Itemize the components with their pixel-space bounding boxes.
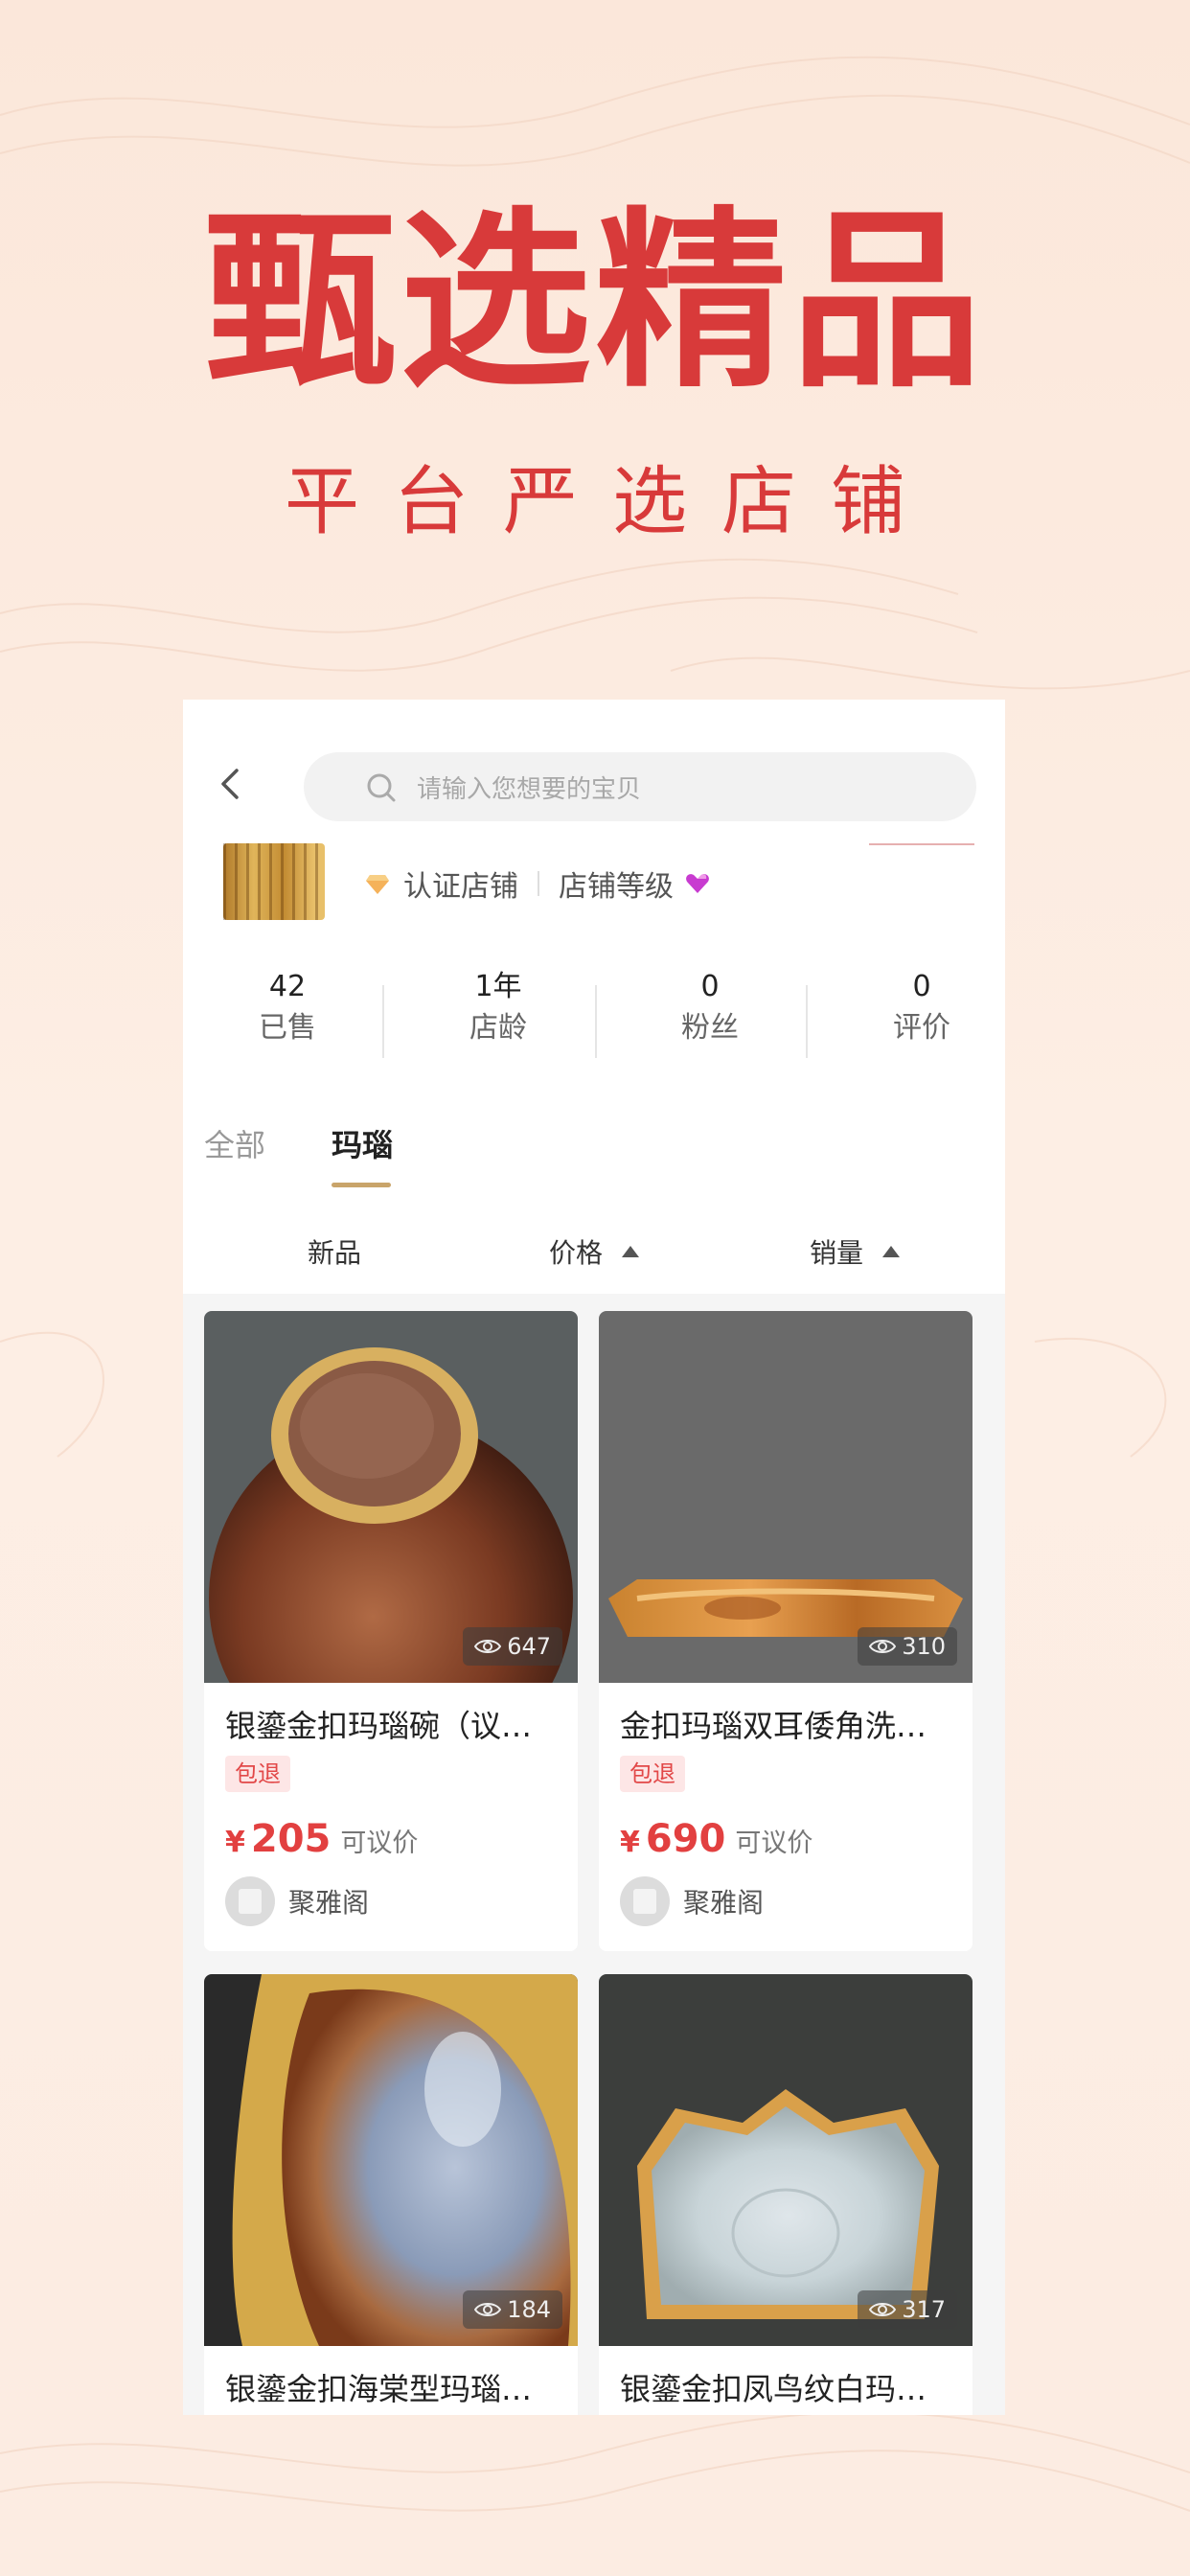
shop-info[interactable]: 聚雅阁 <box>225 1876 369 1926</box>
stat-store-age[interactable]: 1年 店龄 <box>396 968 601 1050</box>
stat-divider <box>595 985 597 1058</box>
shop-info[interactable]: 聚雅阁 <box>620 1876 764 1926</box>
stat-label: 已售 <box>259 1011 316 1045</box>
stat-label: 粉丝 <box>681 1011 739 1045</box>
view-count: 647 <box>463 1627 562 1666</box>
store-badges: 认证店铺 店铺等级 <box>365 864 710 904</box>
badge-divider <box>538 871 539 896</box>
stat-value: 0 <box>912 970 931 1003</box>
view-count-value: 184 <box>507 2296 551 2323</box>
certified-store-label: 认证店铺 <box>403 870 518 904</box>
stat-reviews[interactable]: 0 评价 <box>819 968 1005 1050</box>
eye-icon <box>869 1640 897 1653</box>
sort-new-button[interactable]: 新品 <box>308 1232 361 1271</box>
sort-price-button[interactable]: 价格 <box>549 1232 640 1271</box>
search-placeholder: 请输入您想要的宝贝 <box>417 775 642 804</box>
sort-sales-label: 销量 <box>810 1237 864 1269</box>
active-tab-indicator <box>332 1183 391 1187</box>
product-title: 金扣玛瑙双耳倭角洗… <box>620 1708 927 1744</box>
stat-label: 评价 <box>893 1011 950 1045</box>
app-screen: 请输入您想要的宝贝 认证店铺 店铺等级 42 已售 1年 店龄 0 粉丝 0 评… <box>183 700 1005 2415</box>
gem-heart-icon <box>686 874 709 893</box>
product-price: ¥ 690 可议价 <box>620 1817 812 1861</box>
view-count-value: 647 <box>507 1633 551 1660</box>
tab-all[interactable]: 全部 <box>204 1121 265 1169</box>
store-level-label: 店铺等级 <box>559 870 674 904</box>
category-tabs: 全部 玛瑙 <box>183 1121 1005 1217</box>
hero-title: 甄选精品 <box>203 189 986 414</box>
shop-name: 聚雅阁 <box>683 1887 765 1919</box>
view-count: 184 <box>463 2290 562 2329</box>
search-input[interactable]: 请输入您想要的宝贝 <box>304 752 976 821</box>
negotiable-label: 可议价 <box>735 1828 813 1858</box>
sort-sales-button[interactable]: 销量 <box>810 1232 901 1271</box>
product-title: 银鎏金扣玛瑙碗（议… <box>225 1708 533 1744</box>
store-stats: 42 已售 1年 店龄 0 粉丝 0 评价 <box>183 968 1005 1073</box>
diamond-icon <box>366 875 389 894</box>
back-arrow-icon[interactable] <box>212 765 250 803</box>
sort-new-label: 新品 <box>308 1237 362 1269</box>
eye-icon <box>474 2303 502 2316</box>
tab-agate[interactable]: 玛瑙 <box>332 1121 393 1169</box>
view-count-value: 310 <box>902 1633 946 1660</box>
stat-sold[interactable]: 42 已售 <box>185 968 390 1050</box>
stat-label: 店龄 <box>469 1011 527 1045</box>
store-avatar[interactable] <box>223 843 325 920</box>
currency-symbol: ¥ <box>620 1826 640 1859</box>
stat-value: 42 <box>268 970 307 1003</box>
sort-up-icon <box>622 1246 640 1257</box>
stat-divider <box>806 985 808 1058</box>
price-amount: 205 <box>250 1817 332 1861</box>
product-card[interactable]: 184 银鎏金扣海棠型玛瑙… <box>204 1974 578 2415</box>
return-tag: 包退 <box>225 1756 290 1792</box>
product-grid: 647 银鎏金扣玛瑙碗（议… 包退 ¥ 205 可议价 聚雅阁 310 金扣玛瑙… <box>183 1294 1005 2415</box>
stat-value: 1年 <box>474 970 522 1003</box>
eye-icon <box>474 1640 502 1653</box>
search-header: 请输入您想要的宝贝 <box>183 700 1005 843</box>
view-count: 310 <box>858 1627 957 1666</box>
stat-divider <box>382 985 384 1058</box>
product-card[interactable]: 310 金扣玛瑙双耳倭角洗… 包退 ¥ 690 可议价 聚雅阁 <box>599 1311 973 1951</box>
search-icon <box>367 773 396 802</box>
shop-name: 聚雅阁 <box>288 1887 370 1919</box>
stat-fans[interactable]: 0 粉丝 <box>607 968 812 1050</box>
hero-subtitle: 平台严选店铺 <box>284 459 940 545</box>
sort-price-label: 价格 <box>549 1237 604 1269</box>
eye-icon <box>869 2303 897 2316</box>
sort-up-icon <box>882 1246 901 1257</box>
shop-avatar <box>225 1876 275 1926</box>
return-tag: 包退 <box>620 1756 685 1792</box>
product-title: 银鎏金扣海棠型玛瑙… <box>225 2371 533 2407</box>
stat-value: 0 <box>700 970 720 1003</box>
product-card[interactable]: 317 银鎏金扣凤鸟纹白玛… <box>599 1974 973 2415</box>
header-divider <box>869 843 974 845</box>
product-title: 银鎏金扣凤鸟纹白玛… <box>620 2371 927 2407</box>
currency-symbol: ¥ <box>225 1826 245 1859</box>
shop-avatar <box>620 1876 670 1926</box>
price-amount: 690 <box>645 1817 726 1861</box>
view-count-value: 317 <box>902 2296 946 2323</box>
negotiable-label: 可议价 <box>340 1828 419 1858</box>
product-card[interactable]: 647 银鎏金扣玛瑙碗（议… 包退 ¥ 205 可议价 聚雅阁 <box>204 1311 578 1951</box>
product-price: ¥ 205 可议价 <box>225 1817 418 1861</box>
sort-bar: 新品 价格 销量 <box>183 1217 1005 1294</box>
view-count: 317 <box>858 2290 957 2329</box>
